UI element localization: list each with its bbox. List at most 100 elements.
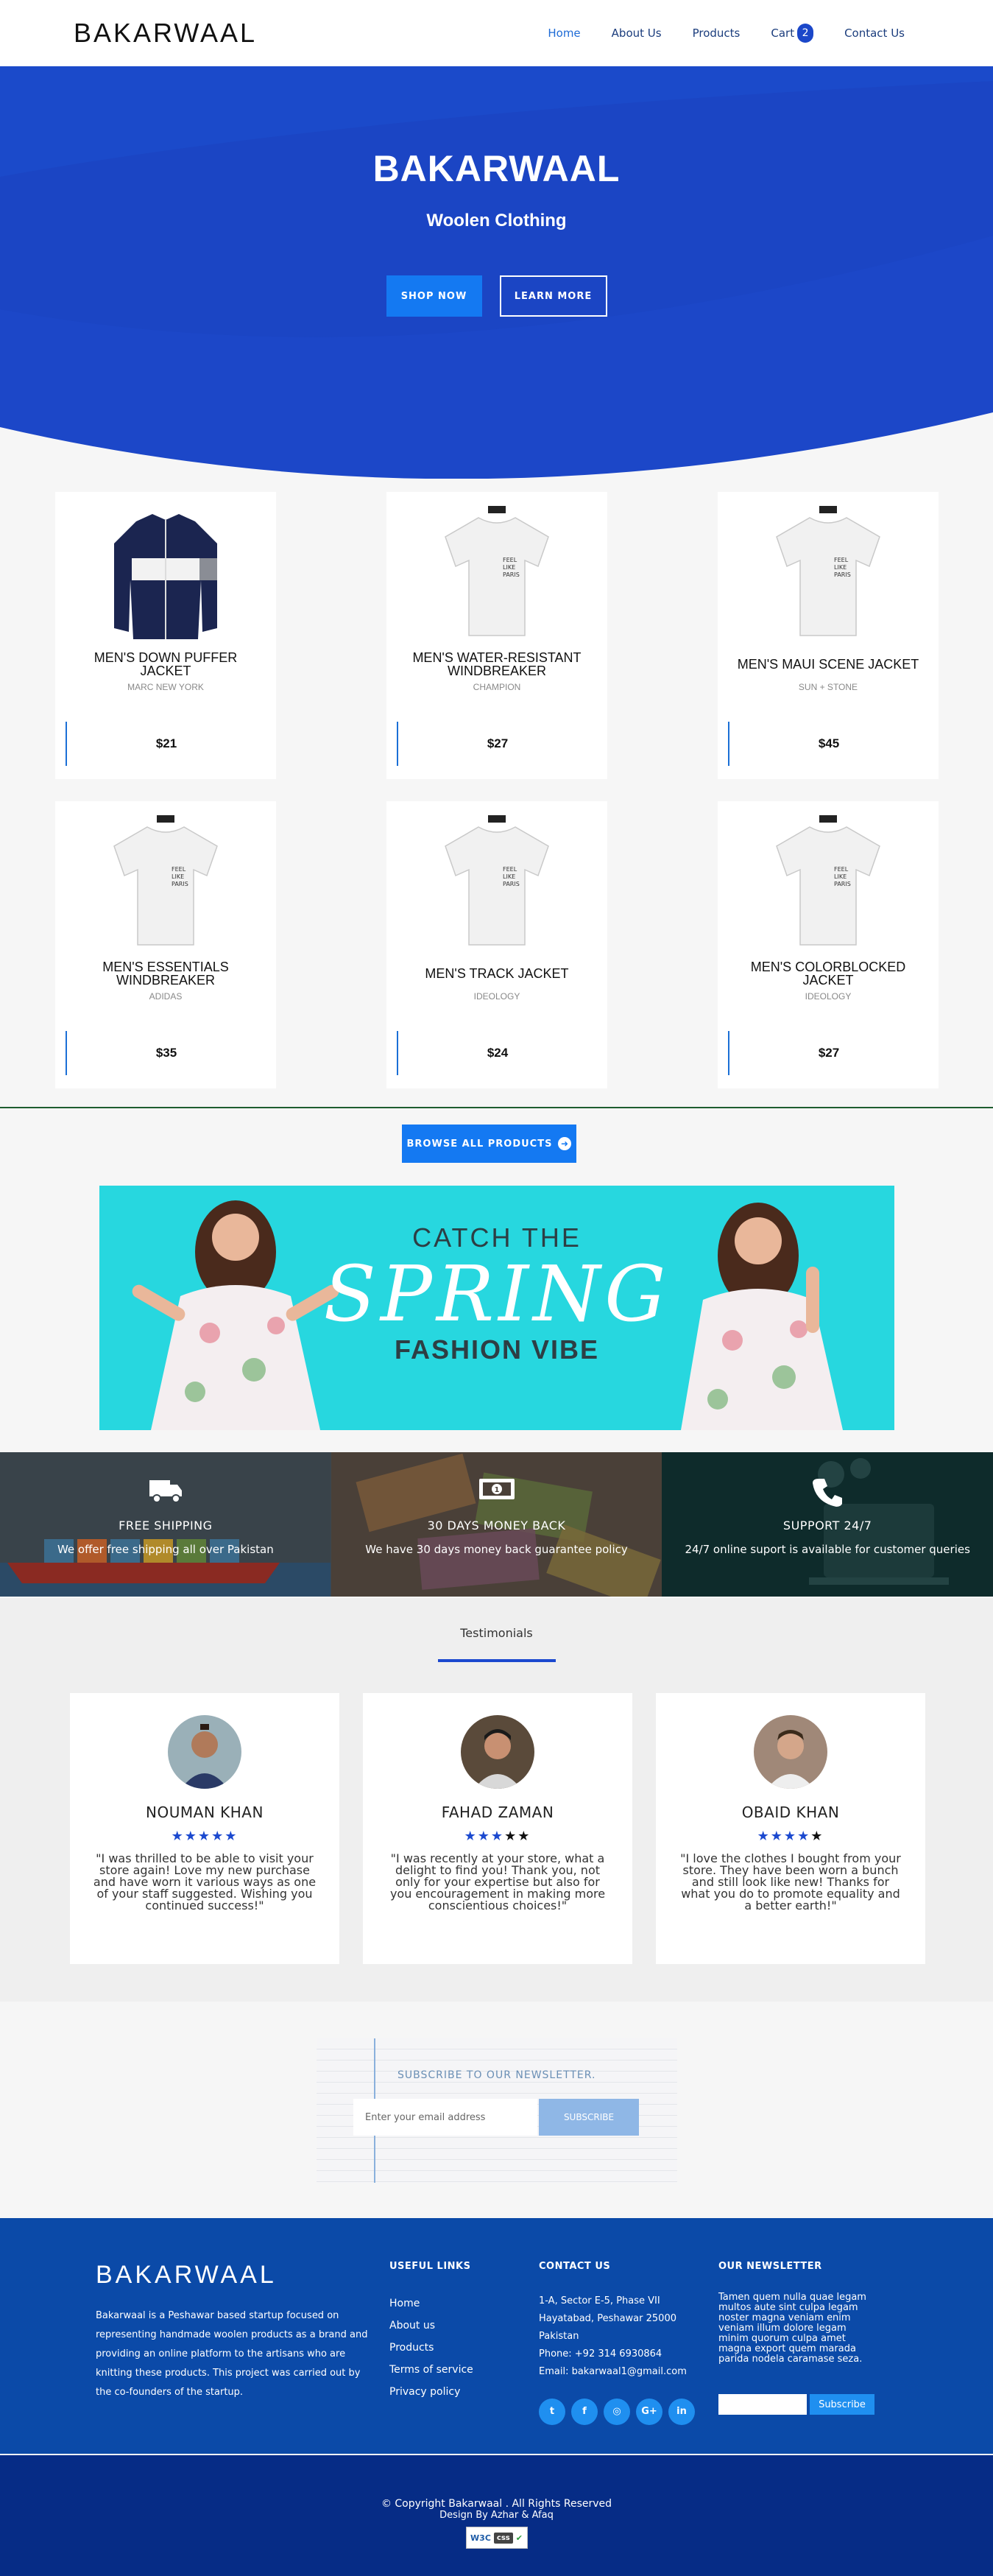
product-card[interactable]: FEEL LIKE PARIS MEN'S ESSENTIALS WINDBRE… [55,801,276,1088]
product-image[interactable] [55,492,276,654]
price-row: $21 [66,722,266,766]
nav-contact[interactable]: Contact Us [844,27,905,40]
hero-subtitle: Woolen Clothing [426,211,567,230]
browse-all-products-button[interactable]: BROWSE ALL PRODUCTS ➜ [402,1125,576,1163]
footer-link-home[interactable]: Home [389,2292,473,2315]
twitter-icon[interactable]: t [539,2399,565,2425]
product-brand: SUN + STONE [798,682,858,692]
footer-link-privacy[interactable]: Privacy policy [389,2381,473,2403]
feature-title: 30 DAYS MONEY BACK [427,1518,566,1532]
nav-products[interactable]: Products [693,27,741,40]
testimonial-name: FAHAD ZAMAN [441,1803,554,1821]
price-row: $45 [728,722,928,766]
nav-cart[interactable]: Cart 2 [771,24,814,43]
product-image[interactable]: FEEL LIKE PARIS [55,801,276,963]
newsletter-email-input[interactable]: Enter your email address [353,2099,537,2136]
newsletter-section: SUBSCRIBE TO OUR NEWSLETTER. Enter your … [0,2002,993,2217]
contact-email: Email: bakarwaal1@gmail.com [539,2366,687,2377]
rating-stars: ★★★★★ [171,1829,238,1844]
phone-icon [662,1476,993,1508]
testimonial-quote: "I love the clothes I bought from your s… [680,1851,901,1912]
feature-money-back: 1 30 DAYS MONEY BACK We have 30 days mon… [331,1452,662,1597]
product-name[interactable]: MEN'S DOWN PUFFER JACKET [55,650,276,679]
footer-newsletter-input[interactable] [718,2394,807,2415]
tshirt-icon: FEEL LIKE PARIS [113,815,218,946]
contact-address-1: 1-A, Sector E-5, Phase VII [539,2295,660,2306]
product-price: $24 [487,1046,509,1060]
section-divider [0,1107,993,1108]
facebook-icon[interactable]: f [571,2399,598,2425]
linkedin-icon[interactable]: in [668,2399,695,2425]
product-image[interactable]: FEEL LIKE PARIS [718,492,939,654]
newsletter-subscribe-button[interactable]: SUBSCRIBE [539,2099,639,2136]
footer-link-terms[interactable]: Terms of service [389,2359,473,2381]
product-price: $27 [487,736,509,750]
feature-free-shipping: FREE SHIPPING We offer free shipping all… [0,1452,331,1597]
product-image[interactable]: FEEL LIKE PARIS [386,492,607,654]
product-card[interactable]: FEEL LIKE PARIS MEN'S TRACK JACKET IDEOL… [386,801,607,1088]
price-row: $35 [66,1031,266,1075]
product-price: $27 [818,1046,840,1060]
svg-text:PARIS: PARIS [503,881,520,887]
footer-newsletter-title: OUR NEWSLETTER [718,2261,822,2272]
title-underline [437,1659,556,1662]
svg-text:1: 1 [494,1486,499,1494]
product-name[interactable]: MEN'S ESSENTIALS WINDBREAKER [55,959,276,988]
features-strip: FREE SHIPPING We offer free shipping all… [0,1452,993,1597]
testimonial-quote: "I was recently at your store, what a de… [389,1851,606,1912]
svg-text:LIKE: LIKE [172,873,184,880]
testimonial-name: NOUMAN KHAN [146,1803,264,1821]
product-name[interactable]: MEN'S WATER-RESISTANT WINDBREAKER [386,650,607,679]
svg-text:FEEL: FEEL [172,866,186,873]
product-name[interactable]: MEN'S TRACK JACKET [386,959,607,988]
svg-text:PARIS: PARIS [834,571,851,578]
product-price: $35 [155,1046,177,1060]
svg-text:FEEL: FEEL [503,557,517,563]
price-row: $24 [397,1031,597,1075]
footer-subscribe-button[interactable]: Subscribe [810,2394,874,2415]
feature-desc: We have 30 days money back guarantee pol… [365,1543,628,1556]
product-image[interactable]: FEEL LIKE PARIS [718,801,939,963]
product-brand: IDEOLOGY [805,991,852,1002]
product-card[interactable]: MEN'S DOWN PUFFER JACKET MARC NEW YORK $… [55,492,276,779]
svg-text:FEEL: FEEL [503,866,517,873]
nav-about[interactable]: About Us [612,27,662,40]
product-card[interactable]: FEEL LIKE PARIS MEN'S COLORBLOCKED JACKE… [718,801,939,1088]
nav-home[interactable]: Home [548,27,580,40]
learn-more-button[interactable]: LEARN MORE [499,275,607,317]
google-plus-icon[interactable]: G+ [636,2399,662,2425]
css-label: css [493,2532,513,2544]
product-card[interactable]: FEEL LIKE PARIS MEN'S WATER-RESISTANT WI… [386,492,607,779]
product-image[interactable]: FEEL LIKE PARIS [386,801,607,963]
banner-line-2: SPRING [323,1249,671,1339]
feature-title: SUPPORT 24/7 [782,1518,872,1532]
footer-link-about[interactable]: About us [389,2315,473,2337]
checkmark-icon: ✔ [515,2533,523,2543]
navbar: BAKARWAAL Home About Us Products Cart 2 … [0,0,993,66]
price-row: $27 [728,1031,928,1075]
product-brand: MARC NEW YORK [127,682,204,692]
brand-logo[interactable]: BAKARWAAL [74,18,257,49]
product-card[interactable]: FEEL LIKE PARIS MEN'S MAUI SCENE JACKET … [718,492,939,779]
footer-link-products[interactable]: Products [389,2337,473,2359]
instagram-icon[interactable]: ◎ [604,2399,630,2425]
product-name[interactable]: MEN'S COLORBLOCKED JACKET [718,959,939,988]
copyright-text: © Copyright Bakarwaal . All Rights Reser… [381,2498,612,2510]
w3c-label: W3C [470,2533,491,2543]
product-name[interactable]: MEN'S MAUI SCENE JACKET [718,650,939,679]
testimonials-section: Testimonials NOUMAN KHAN ★★★★★ "I was th… [0,1598,993,2002]
avatar [461,1715,534,1789]
w3c-css-badge[interactable]: W3C css ✔ [465,2527,528,2549]
avatar [754,1715,827,1789]
testimonials-grid: NOUMAN KHAN ★★★★★ "I was thrilled to be … [0,1693,993,1964]
svg-text:PARIS: PARIS [834,881,851,887]
footer-brand: BAKARWAAL [96,2261,277,2289]
spring-fashion-banner[interactable]: CATCH THE SPRING FASHION VIBE [99,1186,894,1430]
useful-links-title: USEFUL LINKS [389,2261,471,2272]
product-brand: IDEOLOGY [473,991,520,1002]
shop-now-button[interactable]: SHOP NOW [386,275,482,317]
hero-content: BAKARWAAL Woolen Clothing SHOP NOW LEARN… [0,147,993,317]
price-row: $27 [397,722,597,766]
testimonial-quote: "I was thrilled to be able to visit your… [93,1851,317,1912]
nav-cart-label: Cart [771,27,795,40]
